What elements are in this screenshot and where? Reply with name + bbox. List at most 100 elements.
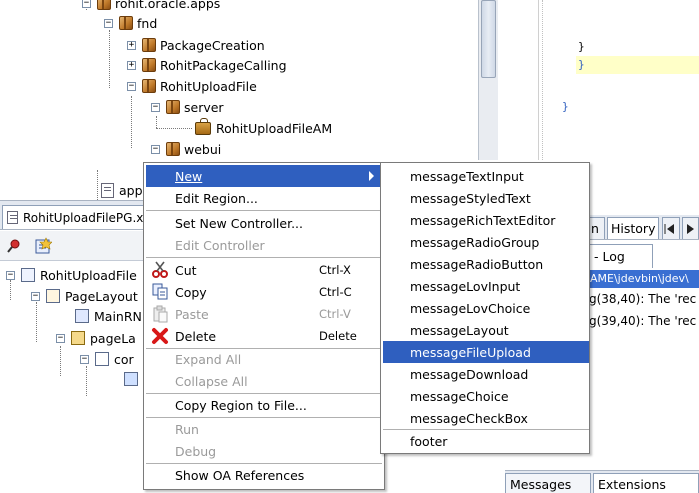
menu-item-copy[interactable]: Copy Ctrl-C bbox=[146, 281, 382, 303]
menu-item-copy-region-to-file[interactable]: Copy Region to File... bbox=[146, 394, 382, 416]
tree-node-label: RohitUploadFile bbox=[160, 78, 257, 94]
collapse-icon[interactable]: − bbox=[104, 18, 113, 28]
menu-item-label: messageStyledText bbox=[410, 190, 531, 206]
menu-item-shortcut: Ctrl-C bbox=[319, 285, 352, 299]
collapse-icon[interactable]: − bbox=[56, 333, 65, 343]
pin-icon[interactable] bbox=[6, 238, 22, 254]
menu-item-label: Paste bbox=[175, 306, 209, 322]
menu-item-run[interactable]: Run bbox=[146, 418, 382, 440]
tab-scroll-left-button[interactable] bbox=[662, 217, 680, 239]
bottom-tab-bar: Messages Extensions bbox=[505, 470, 699, 493]
tab-label: n bbox=[591, 221, 599, 236]
menu-item-label: Set New Controller... bbox=[175, 215, 303, 231]
menu-item-cut[interactable]: Cut Ctrl-X bbox=[146, 259, 382, 281]
tree-node-label: PackageCreation bbox=[160, 37, 265, 53]
folder-icon bbox=[71, 331, 85, 345]
structure-node-rohituploadfile[interactable]: − RohitUploadFile bbox=[6, 266, 137, 284]
menu-item-label: messageRadioButton bbox=[410, 256, 544, 272]
tab-messages[interactable]: Messages bbox=[505, 473, 591, 493]
log-line-selected[interactable]: AME\jdevbin\jdev\ bbox=[587, 270, 699, 288]
navigator-scrollbar[interactable] bbox=[478, 0, 498, 160]
submenu-item-footer[interactable]: footer bbox=[383, 430, 589, 452]
code-line: } bbox=[562, 100, 569, 113]
menu-item-label: messageDownload bbox=[410, 366, 529, 382]
submenu-item-messagedownload[interactable]: messageDownload bbox=[383, 363, 589, 385]
structure-node-corporate[interactable]: − cor bbox=[80, 350, 134, 368]
tree-node-packagecreation[interactable]: + PackageCreation bbox=[127, 36, 265, 54]
collapse-icon[interactable]: − bbox=[151, 144, 160, 154]
tree-node-server[interactable]: − server bbox=[151, 98, 224, 116]
menu-item-expand-all[interactable]: Expand All bbox=[146, 348, 382, 370]
menu-item-delete[interactable]: Delete Delete bbox=[146, 325, 382, 347]
tree-node-rohit-oracle-apps[interactable]: − rohit.oracle.apps bbox=[82, 0, 220, 12]
log-line[interactable]: g(38,40): The 'rec bbox=[589, 292, 696, 306]
package-icon bbox=[166, 142, 180, 156]
tree-node-rohituploadfileam[interactable]: RohitUploadFileAM bbox=[195, 117, 332, 137]
submenu-item-messagerichtexteditor[interactable]: messageRichTextEditor bbox=[383, 209, 589, 231]
tree-node-label: fnd bbox=[137, 15, 158, 31]
properties-icon[interactable] bbox=[34, 237, 52, 255]
scroll-left-icon bbox=[664, 223, 674, 234]
tree-node-label: cor bbox=[114, 351, 134, 367]
collapse-icon[interactable]: − bbox=[31, 291, 40, 301]
structure-node-mainrn[interactable]: MainRN bbox=[75, 307, 142, 325]
code-line: } bbox=[578, 58, 585, 71]
collapse-icon[interactable]: − bbox=[80, 354, 89, 364]
tree-node-label: rohit.oracle.apps bbox=[115, 0, 221, 11]
menu-item-label: messageTextInput bbox=[410, 168, 524, 184]
tree-node-rohitpackagecalling[interactable]: + RohitPackageCalling bbox=[127, 56, 287, 74]
current-line-highlight bbox=[576, 56, 699, 74]
scrollbar-thumb[interactable] bbox=[481, 0, 496, 78]
menu-item-paste[interactable]: Paste Ctrl-V bbox=[146, 303, 382, 325]
tree-node-webui[interactable]: − webui bbox=[151, 140, 221, 158]
tree-connector bbox=[109, 30, 110, 88]
structure-node-pagelayout-components[interactable]: − pageLa bbox=[56, 329, 136, 347]
tree-node-app[interactable]: app bbox=[101, 181, 143, 199]
menu-item-show-oa-references[interactable]: Show OA References bbox=[146, 464, 382, 486]
menu-item-label: Cut bbox=[175, 262, 197, 278]
submenu-item-messagecheckbox[interactable]: messageCheckBox bbox=[383, 407, 589, 429]
structure-node-pagelayout[interactable]: − PageLayout bbox=[31, 287, 138, 305]
menu-item-label: messageLayout bbox=[410, 322, 509, 338]
package-icon bbox=[142, 38, 156, 52]
structure-node-image[interactable] bbox=[124, 370, 143, 388]
menu-item-label: Copy bbox=[175, 284, 207, 300]
menu-item-label: messageCheckBox bbox=[410, 410, 528, 426]
menu-item-collapse-all[interactable]: Collapse All bbox=[146, 370, 382, 392]
submenu-item-messageradiobutton[interactable]: messageRadioButton bbox=[383, 253, 589, 275]
tab-rohituploadfilepg[interactable]: RohitUploadFilePG.x bbox=[2, 205, 145, 229]
tab-scroll-right-button[interactable] bbox=[682, 217, 699, 239]
delete-x-icon bbox=[152, 328, 168, 344]
menu-item-label: Collapse All bbox=[175, 373, 248, 389]
collapse-icon[interactable]: − bbox=[82, 0, 91, 8]
tree-connector bbox=[60, 346, 61, 376]
menu-item-label: Edit Controller bbox=[175, 237, 265, 253]
submenu-item-messagetextinput[interactable]: messageTextInput bbox=[383, 165, 589, 187]
expand-icon[interactable]: + bbox=[127, 60, 136, 70]
structure-toolbar bbox=[0, 231, 145, 261]
collapse-icon[interactable]: − bbox=[6, 270, 15, 280]
submenu-item-messagestyledtext[interactable]: messageStyledText bbox=[383, 187, 589, 209]
code-editor[interactable] bbox=[498, 0, 699, 160]
collapse-icon[interactable]: − bbox=[127, 81, 136, 91]
submenu-item-messageradiogroup[interactable]: messageRadioGroup bbox=[383, 231, 589, 253]
collapse-icon[interactable]: − bbox=[151, 102, 160, 112]
menu-separator bbox=[146, 210, 382, 211]
submenu-item-messagefileupload[interactable]: messageFileUpload bbox=[383, 341, 589, 363]
submenu-item-messagelovchoice[interactable]: messageLovChoice bbox=[383, 297, 589, 319]
menu-item-edit-controller[interactable]: Edit Controller bbox=[146, 234, 382, 256]
tree-node-rohituploadfile[interactable]: − RohitUploadFile bbox=[127, 77, 257, 95]
submenu-item-messagelayout[interactable]: messageLayout bbox=[383, 319, 589, 341]
menu-item-edit-region[interactable]: Edit Region... bbox=[146, 187, 382, 209]
menu-item-set-new-controller[interactable]: Set New Controller... bbox=[146, 212, 382, 234]
tab-history[interactable]: History bbox=[607, 217, 659, 239]
log-line[interactable]: g(39,40): The 'rec bbox=[589, 314, 696, 328]
tab-extensions[interactable]: Extensions bbox=[593, 473, 699, 493]
submenu-item-messagelovinput[interactable]: messageLovInput bbox=[383, 275, 589, 297]
expand-icon[interactable]: + bbox=[127, 40, 136, 50]
menu-item-new[interactable]: New bbox=[146, 165, 382, 187]
tab-log[interactable]: - Log bbox=[587, 244, 653, 268]
submenu-item-messagechoice[interactable]: messageChoice bbox=[383, 385, 589, 407]
menu-item-debug[interactable]: Debug bbox=[146, 440, 382, 462]
tree-node-fnd[interactable]: − fnd bbox=[104, 14, 157, 32]
